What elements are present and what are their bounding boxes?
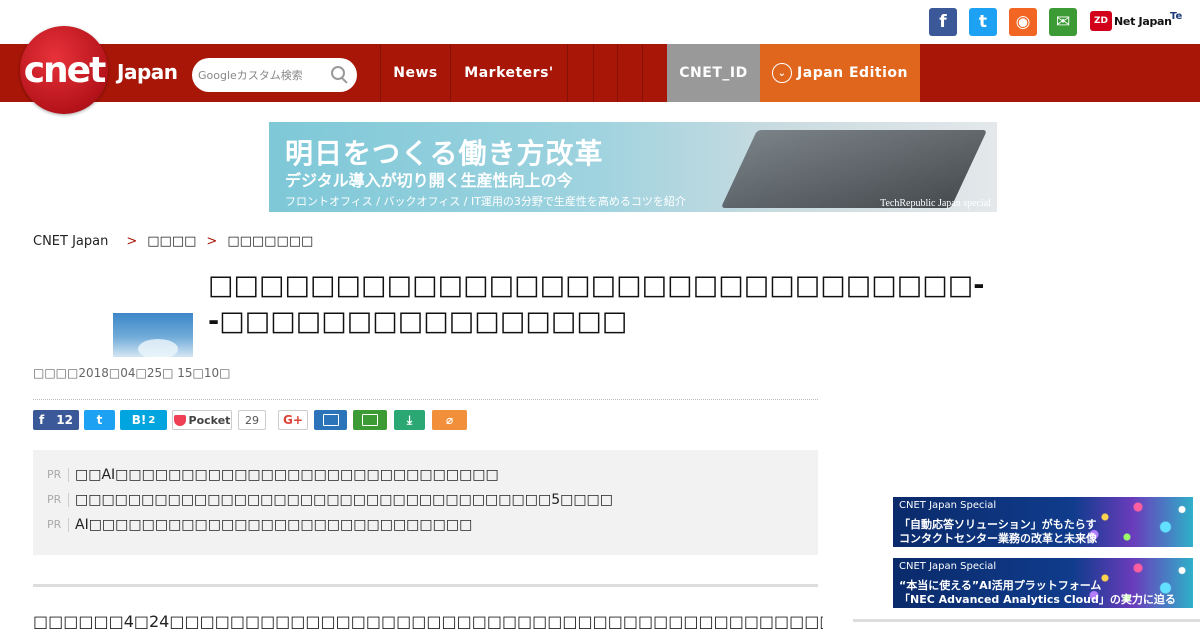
japan-edition-label: Japan Edition <box>797 65 908 81</box>
pr-item[interactable]: PR □□AI□□□□□□□□□□□□□□□□□□□□□□□□□□□□□ <box>47 467 499 483</box>
search-input[interactable]: Googleカスタム検索 <box>198 67 329 83</box>
article-thumbnail <box>113 313 193 357</box>
article-title: □□□□□□□□□□□□□□□□□□□□□□□□□□□□□□--□□□□□□□□… <box>208 270 985 337</box>
pr-tag: PR <box>47 493 69 507</box>
sidebar-ad-line2: コンタクトセンター業務の改革と未来像 <box>899 532 1097 545</box>
breadcrumb: CNET Japan > □□□□ > □□□□□□□ <box>33 234 313 249</box>
cnet-logo[interactable]: cnet <box>20 26 108 114</box>
breadcrumb-separator: > <box>206 234 218 249</box>
twitter-share-button[interactable]: t <box>84 410 115 430</box>
breadcrumb-level2[interactable]: □□□□□□□ <box>227 234 313 249</box>
paperclip-icon: ⌀ <box>445 413 454 427</box>
pocket-label: Pocket <box>188 413 231 427</box>
nav-item-blank-1[interactable] <box>567 44 593 102</box>
divider <box>853 619 1200 622</box>
pocket-icon <box>173 414 186 426</box>
hatena-icon: B! <box>131 413 147 427</box>
pr-box: PR □□AI□□□□□□□□□□□□□□□□□□□□□□□□□□□□□ PR … <box>33 450 818 555</box>
nav-item-blank-2[interactable] <box>593 44 617 102</box>
top-social-bar: f t ◉ ✉ ZD Net Japan Te <box>0 0 1200 44</box>
facebook-share-count: 12 <box>56 413 73 427</box>
twitter-icon: t <box>96 413 103 427</box>
pr-item-text: □□AI□□□□□□□□□□□□□□□□□□□□□□□□□□□□□ <box>75 467 499 483</box>
pocket-button[interactable]: Pocket <box>172 410 232 430</box>
nav-japan-edition[interactable]: ⌄ Japan Edition <box>760 44 920 102</box>
search-icon[interactable] <box>329 64 351 86</box>
logo-japan-label: Japan <box>117 60 178 84</box>
pr-tag: PR <box>47 518 69 532</box>
zdnet-label: Net Japan <box>1114 14 1172 28</box>
print-button[interactable] <box>314 410 347 430</box>
nav-cnet-id[interactable]: CNET_ID <box>667 44 760 102</box>
divider <box>33 399 818 400</box>
facebook-share-button[interactable]: f 12 <box>33 410 79 430</box>
techrepublic-link[interactable]: Te <box>1170 11 1182 22</box>
breadcrumb-level1[interactable]: □□□□ <box>147 234 196 249</box>
pr-item[interactable]: PR AI□□□□□□□□□□□□□□□□□□□□□□□□□□□□□ <box>47 517 472 533</box>
pr-item[interactable]: PR □□□□□□□□□□□□□□□□□□□□□□□□□□□□□□□□□□□□5… <box>47 492 613 508</box>
sidebar-ad[interactable]: CNET Japan Special 「自動応答ソリューション」がもたらす コン… <box>893 497 1193 547</box>
article-body: □□□□□□4□24□□□□□□□□□□□□□□□□□□□□□□□□□□□□□□… <box>33 612 823 630</box>
zdnet-japan-link[interactable]: ZD Net Japan <box>1090 10 1172 32</box>
nav-item-blank-4[interactable] <box>642 44 667 102</box>
nav-item-blank-3[interactable] <box>617 44 642 102</box>
article-date: □□□□2018□04□25□ 15□10□ <box>33 366 231 380</box>
nav-marketers[interactable]: Marketers' <box>450 44 567 102</box>
pr-item-text: □□□□□□□□□□□□□□□□□□□□□□□□□□□□□□□□□□□□5□□□… <box>75 492 614 508</box>
twitter-icon[interactable]: t <box>969 8 997 36</box>
banner-tagline: フロントオフィス / バックオフィス / IT運用の3分野で生産性を高めるコツを… <box>285 195 686 208</box>
mail-share-button[interactable] <box>353 410 387 430</box>
zdnet-logo-icon: ZD <box>1090 11 1112 31</box>
sidebar-ad-line2: 「NEC Advanced Analytics Cloud」の実力に迫る <box>899 593 1176 606</box>
hatena-bookmark-button[interactable]: B! 2 <box>120 410 167 430</box>
facebook-icon[interactable]: f <box>929 8 957 36</box>
google-plus-button[interactable]: G+ <box>278 410 308 430</box>
download-icon: ⤓ <box>406 412 413 427</box>
save-button[interactable]: ⤓ <box>394 410 425 430</box>
clip-button[interactable]: ⌀ <box>432 410 467 430</box>
hatena-count: 2 <box>148 414 156 426</box>
rss-icon[interactable]: ◉ <box>1009 8 1037 36</box>
search-box[interactable]: Googleカスタム検索 <box>192 58 357 92</box>
banner-subheadline: デジタル導入が切り開く生産性向上の今 <box>285 171 573 190</box>
banner-ad[interactable]: 明日をつくる働き方改革 デジタル導入が切り開く生産性向上の今 フロントオフィス … <box>269 122 997 212</box>
banner-headline: 明日をつくる働き方改革 <box>285 137 604 170</box>
facebook-icon: f <box>39 413 45 427</box>
banner-brand: TechRepublic Japan special <box>880 198 991 209</box>
nav-news[interactable]: News <box>380 44 450 102</box>
mail-icon[interactable]: ✉ <box>1049 8 1077 36</box>
sidebar-ad-label: CNET Japan Special <box>899 561 997 572</box>
divider <box>33 584 818 587</box>
print-icon <box>322 414 339 426</box>
ad-graphic <box>1083 497 1193 547</box>
breadcrumb-home[interactable]: CNET Japan <box>33 234 108 249</box>
sidebar-ad[interactable]: CNET Japan Special “本当に使える”AI活用プラットフォーム … <box>893 558 1193 608</box>
laptop-image <box>720 130 988 208</box>
pocket-count: 29 <box>238 410 266 430</box>
sidebar-ad-label: CNET Japan Special <box>899 500 997 511</box>
mail-icon <box>362 414 378 426</box>
chevron-down-icon: ⌄ <box>772 63 793 83</box>
pr-item-text: AI□□□□□□□□□□□□□□□□□□□□□□□□□□□□□ <box>75 517 473 533</box>
pr-tag: PR <box>47 468 69 482</box>
breadcrumb-separator: > <box>126 234 138 249</box>
